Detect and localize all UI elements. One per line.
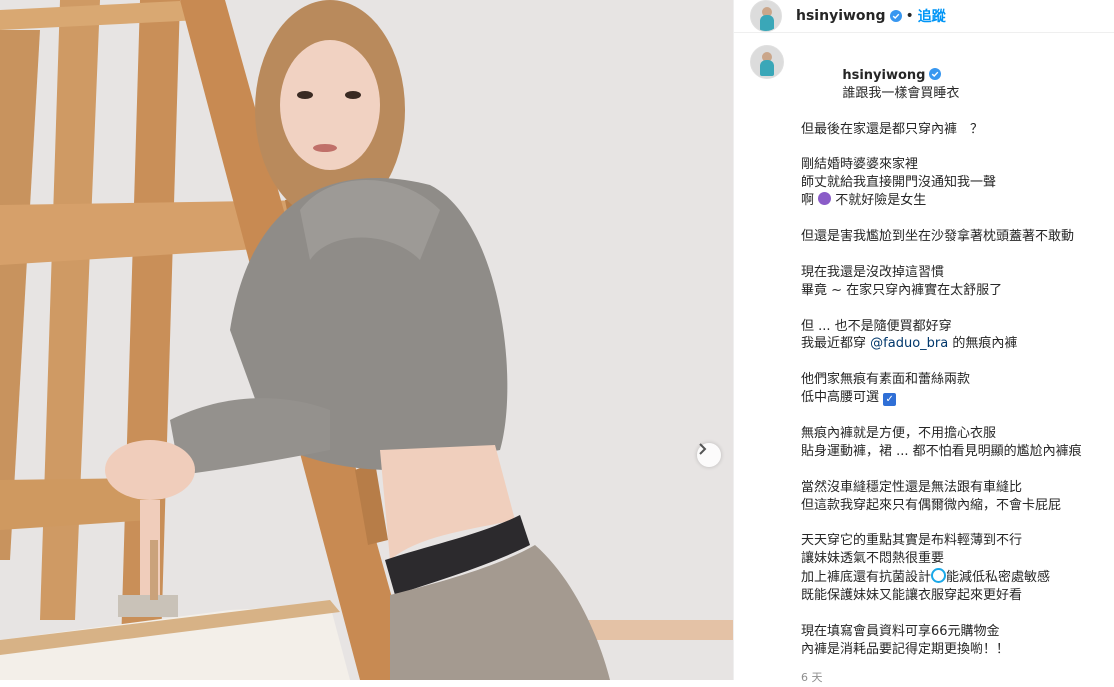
caption-line: 當然沒車縫穩定性還是無法跟有車縫比 bbox=[801, 479, 1023, 495]
header-username[interactable]: hsinyiwong bbox=[796, 8, 886, 24]
caption-line: 現在填寫會員資料可享66元購物金 bbox=[801, 623, 1000, 639]
caption-avatar[interactable] bbox=[750, 45, 784, 79]
caption-line: 誰跟我一樣會買睡衣 bbox=[842, 85, 960, 101]
verified-badge-icon bbox=[929, 67, 942, 80]
caption-line: 但還是害我尷尬到坐在沙發拿著枕頭蓋著不敢動 bbox=[801, 229, 1075, 245]
caption-line: 但這款我穿起來只有偶爾微內縮，不會卡屁屁 bbox=[801, 497, 1062, 513]
post-side-panel: hsinyiwong • 追蹤 hsinyiwong 誰跟我一樣會買睡衣 但最後… bbox=[733, 0, 1114, 684]
caption-area: hsinyiwong 誰跟我一樣會買睡衣 但最後在家還是都只穿內褲 ？ 剛結婚時… bbox=[734, 33, 1114, 687]
caption-line bbox=[801, 407, 1098, 425]
avatar[interactable] bbox=[750, 0, 782, 32]
caption-line: 既能保護妹妹又能讓衣服穿起來更好看 bbox=[801, 588, 1023, 604]
caption-line: 但 ... 也不是隨便買都好穿 bbox=[801, 318, 952, 334]
separator-dot: • bbox=[905, 8, 914, 24]
next-photo-button[interactable] bbox=[697, 443, 721, 467]
chevron-right-icon bbox=[699, 443, 707, 455]
woman-facepalm-emoji-icon bbox=[818, 192, 832, 206]
caption-text: hsinyiwong 誰跟我一樣會買睡衣 但最後在家還是都只穿內褲 ？ 剛結婚時… bbox=[801, 49, 1098, 687]
caption-line-ah: 啊 不就好險是女生 bbox=[801, 192, 927, 209]
caption-line: 師丈就給我直接開門沒通知我一聲 bbox=[801, 175, 997, 191]
caption-line bbox=[801, 210, 1098, 228]
caption-line-mention: 我最近都穿 @faduo_bra 的無痕內褲 bbox=[801, 336, 1018, 352]
verified-badge-icon bbox=[889, 10, 902, 22]
caption-line bbox=[801, 514, 1098, 532]
caption-line bbox=[801, 139, 1098, 157]
caption-line-check: 低中高腰可選 ✓ bbox=[801, 389, 1098, 407]
check-box-emoji-icon: ✓ bbox=[883, 393, 897, 407]
mention-link[interactable]: @faduo_bra bbox=[870, 336, 948, 351]
post-timestamp[interactable]: 6 天 bbox=[801, 669, 1098, 687]
ring-emoji-icon bbox=[931, 568, 947, 584]
caption-line bbox=[801, 353, 1098, 371]
caption-line: 他們家無痕有素面和蕾絲兩款 bbox=[801, 372, 971, 388]
post-header: hsinyiwong • 追蹤 bbox=[734, 0, 1114, 33]
caption-line: 內褲是消耗品要記得定期更換喲！！ bbox=[801, 641, 1010, 657]
caption-line bbox=[801, 461, 1098, 479]
caption-line: 天天穿它的重點其實是布料輕薄到不行 bbox=[801, 533, 1023, 549]
follow-button[interactable]: 追蹤 bbox=[918, 6, 946, 26]
photo-illustration bbox=[0, 0, 733, 680]
caption-line bbox=[801, 246, 1098, 264]
caption-line: 貼身運動褲，裙 ... 都不怕看見明顯的尷尬內褲痕 bbox=[801, 443, 1082, 459]
caption-username[interactable]: hsinyiwong bbox=[842, 68, 925, 83]
caption-line: 剛結婚時婆婆來家裡 bbox=[801, 157, 919, 173]
caption-line: 無痕內褲就是方便，不用擔心衣服 bbox=[801, 425, 997, 441]
caption-line-antibac: 加上褲底還有抗菌設計 能減低私密處敏感 bbox=[801, 568, 1051, 586]
caption-line: 讓妹妹透氣不悶熱很重要 bbox=[801, 551, 945, 567]
caption-line bbox=[801, 605, 1098, 623]
caption-line bbox=[801, 300, 1098, 318]
caption-line: 現在我還是沒改掉這習慣 bbox=[801, 264, 945, 280]
caption-line: 但最後在家還是都只穿內褲 ？ bbox=[801, 121, 984, 137]
caption-line: 畢竟 ~ 在家只穿內褲實在太舒服了 bbox=[801, 282, 1003, 298]
post-photo[interactable] bbox=[0, 0, 733, 680]
